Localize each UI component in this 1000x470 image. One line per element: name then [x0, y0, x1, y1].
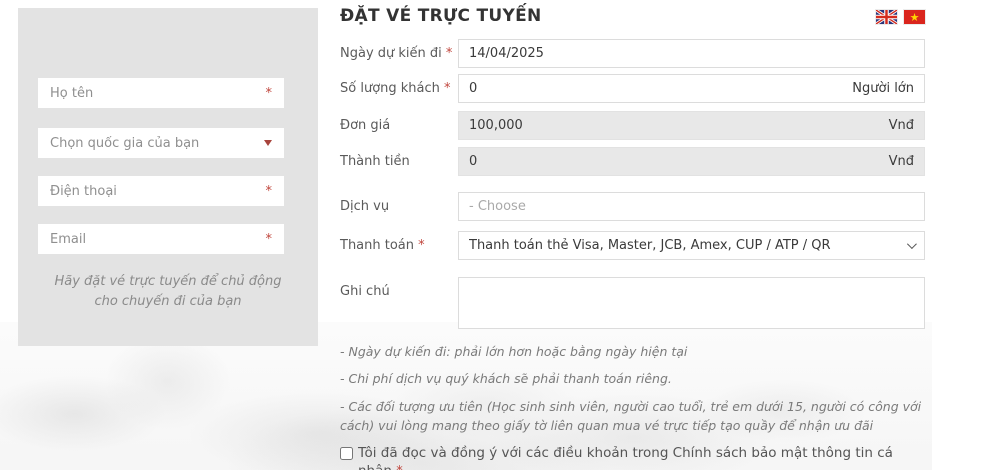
required-asterisk: * [265, 183, 273, 199]
quantity-row: Số lượng khách * Người lớn [340, 74, 925, 103]
date-label-text: Ngày dự kiến đi [340, 46, 442, 61]
vietnam-flag-icon[interactable]: ★ [904, 10, 925, 24]
unit-price-label-text: Đơn giá [340, 118, 391, 133]
total-box: Vnđ [458, 147, 925, 176]
booking-page: * * * Hãy đặt vé trực tuyến để chủ động … [0, 0, 1000, 470]
date-label: Ngày dự kiến đi * [340, 39, 458, 61]
payment-select-value: Thanh toán thẻ Visa, Master, JCB, Amex, … [469, 238, 831, 253]
note-label: Ghi chú [340, 277, 458, 299]
required-asterisk: * [396, 464, 403, 470]
email-field[interactable]: * [38, 224, 284, 254]
payment-select[interactable]: Thanh toán thẻ Visa, Master, JCB, Amex, … [458, 231, 925, 260]
service-select-value[interactable] [469, 199, 914, 214]
total-row: Thành tiền Vnđ [340, 147, 925, 176]
required-asterisk: * [265, 85, 273, 101]
date-input-box[interactable] [458, 39, 925, 68]
fullname-input[interactable] [50, 85, 266, 101]
quantity-input-box[interactable]: Người lớn [458, 74, 925, 103]
required-asterisk: * [444, 81, 451, 96]
currency-suffix: Vnđ [888, 118, 914, 133]
service-row: Dịch vụ [340, 192, 925, 221]
date-row: Ngày dự kiến đi * [340, 39, 925, 68]
language-switcher: ★ [876, 10, 925, 24]
payment-label-text: Thanh toán [340, 238, 415, 253]
sidebar-tagline: Hãy đặt vé trực tuyến để chủ động cho ch… [54, 274, 282, 310]
dropdown-arrow-icon [264, 140, 272, 146]
payment-row: Thanh toán * Thanh toán thẻ Visa, Master… [340, 231, 925, 260]
chevron-down-icon [906, 239, 917, 250]
note-textarea[interactable] [458, 277, 925, 329]
country-select-value[interactable] [50, 135, 264, 151]
service-select[interactable] [458, 192, 925, 221]
fullname-field[interactable]: * [38, 78, 284, 108]
consent-row: Tôi đã đọc và đồng ý với các điều khoản … [340, 444, 925, 470]
footnotes: - Ngày dự kiến đi: phải lớn hơn hoặc bằn… [340, 342, 925, 436]
booking-form: ĐẶT VÉ TRỰC TUYẾN ★ Ngày dự kiến đi * 14… [340, 6, 925, 470]
unit-price-value [469, 118, 889, 133]
vietnam-flag-star: ★ [909, 10, 920, 24]
quantity-input[interactable] [469, 81, 853, 96]
footnote-priority-groups: - Các đối tượng ưu tiên (Học sinh sinh v… [340, 398, 922, 434]
currency-suffix: Vnđ [888, 154, 914, 169]
form-header: ĐẶT VÉ TRỰC TUYẾN ★ [340, 6, 925, 26]
consent-label-text: Tôi đã đọc và đồng ý với các điều khoản … [358, 444, 893, 470]
quantity-unit-suffix: Người lớn [852, 81, 914, 96]
required-asterisk: * [445, 46, 453, 61]
payment-label: Thanh toán * [340, 231, 458, 253]
consent-label: Tôi đã đọc và đồng ý với các điều khoản … [358, 444, 925, 470]
contact-sidebar: * * * Hãy đặt vé trực tuyến để chủ động … [18, 8, 318, 346]
unit-price-row: Đơn giá Vnđ [340, 111, 925, 140]
phone-input[interactable] [50, 183, 266, 199]
service-label: Dịch vụ [340, 192, 458, 214]
service-label-text: Dịch vụ [340, 199, 390, 214]
uk-flag-icon[interactable] [876, 10, 897, 24]
consent-checkbox[interactable] [340, 446, 353, 460]
country-select[interactable] [38, 128, 284, 158]
note-row: Ghi chú [340, 277, 925, 329]
email-input[interactable] [50, 231, 266, 247]
date-input[interactable] [469, 46, 914, 61]
note-label-text: Ghi chú [340, 284, 390, 299]
unit-price-box: Vnđ [458, 111, 925, 140]
page-title: ĐẶT VÉ TRỰC TUYẾN [340, 6, 542, 26]
quantity-label: Số lượng khách * [340, 74, 458, 96]
total-value [469, 154, 889, 169]
total-label-text: Thành tiền [340, 154, 410, 169]
quantity-label-text: Số lượng khách [340, 81, 440, 96]
footnote-service-fee: - Chi phí dịch vụ quý khách sẽ phải than… [340, 371, 672, 387]
total-label: Thành tiền [340, 147, 458, 169]
phone-field[interactable]: * [38, 176, 284, 206]
required-asterisk: * [418, 238, 425, 253]
footnote-date-rule: - Ngày dự kiến đi: phải lớn hơn hoặc bằn… [340, 344, 688, 359]
required-asterisk: * [265, 231, 273, 247]
unit-price-label: Đơn giá [340, 111, 458, 133]
